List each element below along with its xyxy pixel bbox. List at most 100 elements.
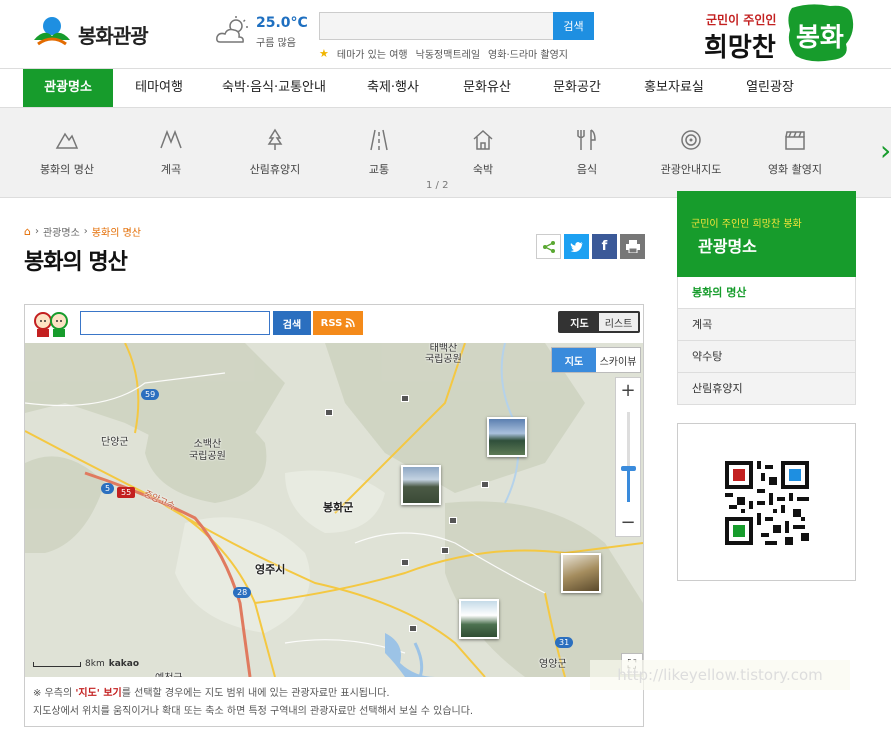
map-marker[interactable] (409, 625, 417, 632)
map-note-highlight: '지도' 보기 (75, 688, 122, 699)
map-marker[interactable] (325, 409, 333, 416)
attraction-photo-marker[interactable] (401, 465, 441, 505)
map-type-skyview[interactable]: 스카이뷰 (596, 348, 640, 372)
rss-button[interactable]: RSS (313, 311, 363, 335)
hashtag-item[interactable]: 영화·드라마 촬영지 (488, 46, 568, 61)
category-forest-retreat[interactable]: 산림휴양지 (225, 128, 325, 177)
home-icon[interactable]: ⌂ (24, 225, 31, 238)
scale-distance: 8km (85, 659, 105, 669)
map-label-yecheon: 예천군 (155, 669, 183, 677)
share-icon (542, 240, 555, 253)
zoom-out-button[interactable]: − (616, 510, 640, 536)
gnb-item-culture-space[interactable]: 문화공간 (531, 69, 623, 107)
map-label-taebaek: 태백산 국립공원 (425, 343, 462, 365)
map-search-input[interactable] (80, 311, 270, 335)
category-next-arrow[interactable]: › (880, 134, 891, 167)
mascot-icon (34, 312, 68, 337)
target-icon (681, 130, 701, 150)
hashtag-item[interactable]: 테마가 있는 여행 (337, 46, 408, 61)
sidebar-item-forest-retreat[interactable]: 산림휴양지 (677, 373, 856, 405)
gnb-item-lodging[interactable]: 숙박·음식·교통안내 (205, 69, 343, 107)
twitter-share-button[interactable] (564, 234, 589, 259)
gnb-item-pr-materials[interactable]: 홍보자료실 (623, 69, 725, 107)
category-lodging[interactable]: 숙박 (433, 128, 533, 177)
page-title: 봉화의 명산 (24, 250, 128, 275)
road-number-badge: 5 (101, 483, 115, 494)
list-view-tab[interactable]: 리스트 (599, 313, 638, 331)
attraction-photo-marker[interactable] (487, 417, 527, 457)
sidebar-banner: 군민이 주인인 희망찬 봉화 관광명소 (677, 191, 856, 277)
qr-code-icon[interactable] (725, 461, 809, 545)
category-label: 관광안내지도 (660, 163, 722, 176)
facebook-icon: f (601, 239, 608, 254)
category-filming-locations[interactable]: 영화 촬영지 (745, 128, 845, 177)
gnb-item-festivals[interactable]: 축제·행사 (343, 69, 443, 107)
category-food[interactable]: 음식 (537, 128, 637, 177)
category-label: 산림휴양지 (249, 163, 301, 176)
map-marker[interactable] (401, 395, 409, 402)
svg-text:군민이 주인인: 군민이 주인인 (706, 12, 776, 27)
gnb-item-attractions[interactable]: 관광명소 (23, 69, 113, 107)
map-marker[interactable] (449, 517, 457, 524)
map-marker[interactable] (401, 559, 409, 566)
mountain-icon (55, 132, 79, 149)
sidebar-menu: 봉화의 명산 계곡 약수탕 산림휴양지 (677, 277, 856, 405)
attraction-map-panel: 검색 RSS 지도 리스트 태백산 국립공원 단양군 소백산 국립공원 봉화군 … (24, 304, 644, 727)
category-valley[interactable]: 계곡 (121, 128, 221, 177)
site-search-button[interactable]: 검색 (553, 12, 594, 40)
share-button[interactable] (536, 234, 561, 259)
hashtag-item[interactable]: 낙동정맥트레일 (416, 46, 480, 61)
map-view-tab[interactable]: 지도 (560, 313, 599, 331)
category-transport[interactable]: 교통 (329, 128, 429, 177)
map-search-button[interactable]: 검색 (273, 311, 311, 335)
gnb-item-open-square[interactable]: 열린광장 (725, 69, 815, 107)
breadcrumb-parent[interactable]: 관광명소 (43, 224, 80, 239)
bonghwa-logo-icon[interactable] (32, 14, 72, 46)
map-note-line-1: ※ 우측의 '지도' 보기를 선택할 경우에는 지도 범위 내에 있는 관광자료… (33, 688, 390, 699)
map-type-map[interactable]: 지도 (552, 348, 596, 372)
sidebar-item-valley[interactable]: 계곡 (677, 309, 856, 341)
map-scale-bar: 8km kakao (33, 659, 139, 669)
gnb-item-heritage[interactable]: 문화유산 (443, 69, 531, 107)
map-canvas[interactable]: 태백산 국립공원 단양군 소백산 국립공원 봉화군 영주시 영양군 예천군 중앙… (25, 343, 643, 677)
zoom-level-fill (627, 468, 630, 502)
scale-line (33, 661, 81, 667)
map-label-bonghwa: 봉화군 (323, 501, 354, 514)
zoom-in-button[interactable]: + (616, 378, 640, 404)
house-icon (473, 129, 493, 150)
map-marker[interactable] (481, 481, 489, 488)
map-marker[interactable] (441, 547, 449, 554)
category-mountains[interactable]: 봉화의 명산 (17, 128, 117, 177)
breadcrumb-separator: › (34, 226, 39, 237)
site-header: 봉화관광 25.0°C 구름 많음 검색 ★ 테마가 있는 여행 낙동정맥트레일… (0, 0, 891, 68)
map-label-yeongyang: 영양군 (539, 659, 567, 670)
gnb-item-theme-travel[interactable]: 테마여행 (113, 69, 205, 107)
category-label: 음식 (576, 163, 598, 176)
facebook-share-button[interactable]: f (592, 234, 617, 259)
category-tour-map[interactable]: 관광안내지도 (641, 128, 741, 177)
svg-text:희망찬: 희망찬 (704, 33, 776, 63)
map-toolbar: 검색 RSS 지도 리스트 (25, 305, 643, 343)
category-label: 숙박 (472, 163, 494, 176)
kakao-logo: kakao (108, 659, 140, 669)
partly-cloudy-icon (216, 16, 248, 43)
site-search-input[interactable] (319, 12, 555, 40)
site-logo-text[interactable]: 봉화관광 (78, 20, 149, 49)
attraction-photo-marker[interactable] (459, 599, 499, 639)
sidebar-banner-slogan: 군민이 주인인 희망찬 봉화 (691, 219, 802, 230)
sidebar-item-mountains[interactable]: 봉화의 명산 (677, 277, 856, 309)
attraction-photo-marker[interactable] (561, 553, 601, 593)
print-button[interactable] (620, 234, 645, 259)
zoom-slider-handle[interactable] (621, 466, 636, 471)
valley-icon (160, 129, 182, 149)
category-label: 영화 촬영지 (767, 163, 823, 176)
twitter-icon (570, 241, 583, 252)
utensils-icon (577, 129, 596, 150)
category-page-indicator: 1 / 2 (426, 180, 449, 191)
sidebar-item-mineral-spring[interactable]: 약수탕 (677, 341, 856, 373)
breadcrumb: ⌂ › 관광명소 › 봉화의 명산 (24, 224, 141, 239)
rss-label: RSS (320, 317, 343, 329)
hashtag-list: ★ 테마가 있는 여행 낙동정맥트레일 영화·드라마 촬영지 (319, 46, 568, 61)
zoom-control: + − (615, 377, 641, 537)
road-number-badge: 59 (141, 389, 160, 400)
